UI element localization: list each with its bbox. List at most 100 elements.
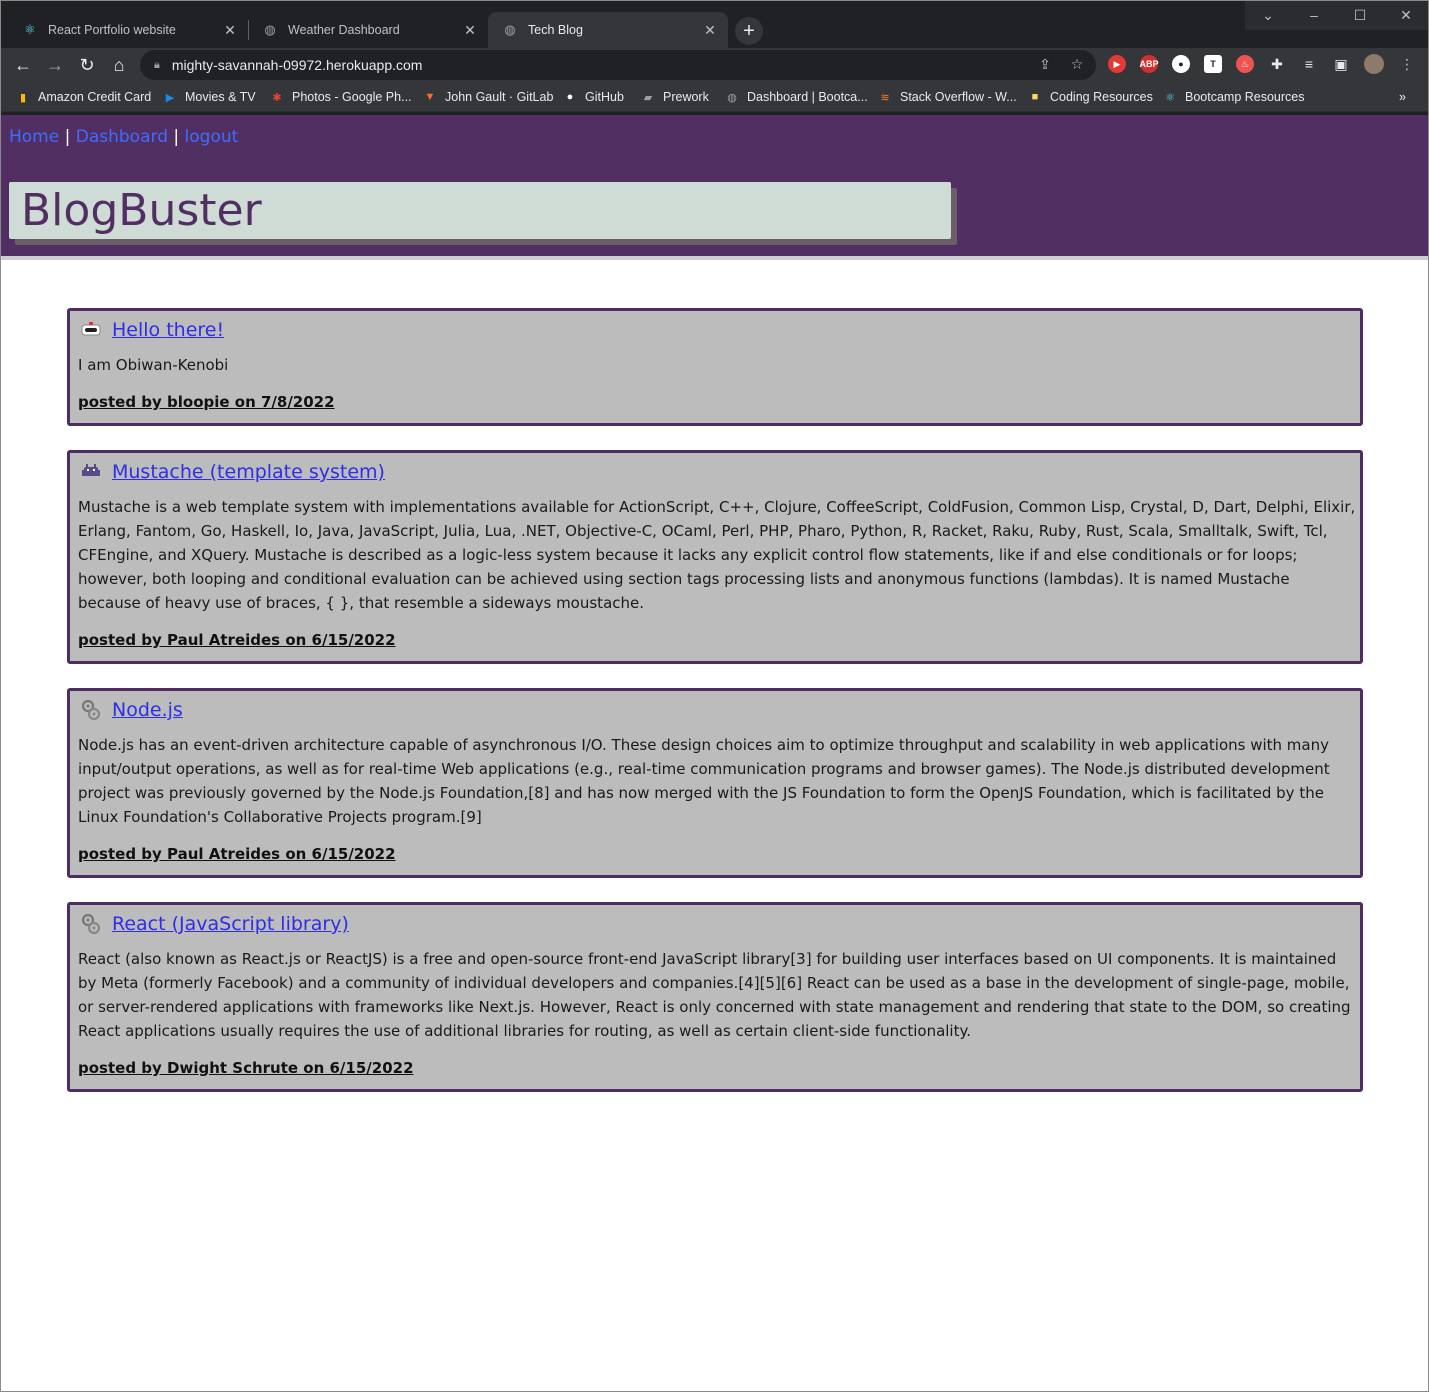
- post-header: Mustache (template system): [80, 461, 385, 483]
- post-body: Mustache is a web template system with i…: [78, 498, 1356, 612]
- bookmark-label: Stack Overflow - W...: [900, 90, 1017, 104]
- tab-search-button[interactable]: ⌄: [1245, 0, 1291, 30]
- bookmark-label: Photos - Google Ph...: [292, 90, 412, 104]
- post-body: Node.js has an event-driven architecture…: [78, 736, 1330, 826]
- extension-fire-icon[interactable]: ♨: [1236, 55, 1254, 73]
- bookmark-label: GitHub: [585, 90, 624, 104]
- maximize-button[interactable]: ☐: [1337, 0, 1383, 30]
- forward-button[interactable]: →: [42, 52, 68, 78]
- post-meta: posted by Paul Atreides on 6/15/2022: [78, 845, 396, 863]
- brand-banner: BlogBuster: [9, 182, 951, 239]
- reload-button[interactable]: ↻: [74, 52, 100, 78]
- browser-toolbar: ← → ↻ ⌂ 🔒︎ mighty-savannah-09972.herokua…: [0, 48, 1429, 82]
- site-title: BlogBuster: [21, 185, 262, 236]
- pinwheel-icon: ✱: [272, 91, 282, 104]
- close-icon[interactable]: ✕: [702, 22, 718, 38]
- extension-t-icon[interactable]: T: [1204, 55, 1222, 73]
- header-divider: [1, 256, 1428, 260]
- lock-icon: 🔒︎: [154, 58, 160, 71]
- bookmark-amazon-credit-card[interactable]: ▮ Amazon Credit Card: [16, 88, 151, 106]
- book-icon: ▰: [643, 91, 653, 104]
- chart-bars-icon: ▮: [19, 91, 27, 104]
- puzzle-icon[interactable]: ✚: [1268, 55, 1286, 73]
- tab-tech-blog[interactable]: ◍ Tech Blog ✕: [488, 12, 728, 48]
- bookmark-label: Prework: [663, 90, 709, 104]
- post-header: Node.js: [80, 699, 183, 721]
- bookmark-label: Amazon Credit Card: [38, 90, 152, 104]
- post-body: React (also known as React.js or ReactJS…: [78, 950, 1351, 1040]
- bookmark-google-photos[interactable]: ✱ Photos - Google Ph...: [270, 88, 412, 106]
- react-icon: ⚛: [24, 22, 36, 37]
- stackoverflow-icon: ≋: [880, 91, 890, 104]
- minimize-button[interactable]: –: [1291, 0, 1337, 30]
- menu-icon[interactable]: ⋮: [1398, 55, 1416, 73]
- post-card: Mustache (template system) Mustache is a…: [67, 450, 1363, 664]
- extension-circle-icon[interactable]: ●: [1172, 55, 1190, 73]
- home-button[interactable]: ⌂: [106, 52, 132, 78]
- bookmark-stack-overflow[interactable]: ≋ Stack Overflow - W...: [878, 88, 1017, 106]
- tab-strip: ⚛ React Portfolio website ✕ ◍ Weather Da…: [0, 0, 1429, 48]
- bookmarks-bar: ▮ Amazon Credit Card ▶ Movies & TV ✱ Pho…: [0, 82, 1429, 112]
- nav-separator: |: [167, 127, 185, 147]
- post-meta: posted by bloopie on 7/8/2022: [78, 393, 335, 411]
- close-window-button[interactable]: ✕: [1383, 0, 1429, 30]
- post-title-link[interactable]: Mustache (template system): [112, 461, 385, 483]
- site-nav: Home | Dashboard | logout: [9, 127, 238, 147]
- nav-dashboard-link[interactable]: Dashboard: [76, 127, 168, 147]
- nav-separator: |: [59, 127, 76, 147]
- tab-label: Weather Dashboard: [288, 23, 400, 37]
- bookmark-prework[interactable]: ▰ Prework: [641, 88, 709, 106]
- post-meta: posted by Paul Atreides on 6/15/2022: [78, 631, 396, 649]
- post-card: Node.js Node.js has an event-driven arch…: [67, 688, 1363, 878]
- gitlab-icon: ▼: [424, 91, 436, 103]
- bookmarks-overflow-button[interactable]: »: [1399, 88, 1406, 106]
- close-icon[interactable]: ✕: [462, 22, 478, 38]
- nav-logout-link[interactable]: logout: [185, 127, 239, 147]
- star-icon[interactable]: ☆: [1068, 55, 1086, 73]
- bookmark-label: Coding Resources: [1050, 90, 1153, 104]
- gears-icon: [80, 913, 102, 935]
- tab-label: React Portfolio website: [48, 23, 176, 37]
- bookmark-label: Bootcamp Resources: [1185, 90, 1305, 104]
- bookmark-label: Movies & TV: [185, 90, 256, 104]
- tab-weather-dashboard[interactable]: ◍ Weather Dashboard ✕: [248, 12, 488, 48]
- post-header: Hello there!: [80, 319, 224, 341]
- share-icon[interactable]: ⇪: [1036, 55, 1054, 73]
- bookmark-bootcamp-resources[interactable]: ⚛ Bootcamp Resources: [1163, 88, 1305, 106]
- reading-list-icon[interactable]: ≡: [1300, 55, 1318, 73]
- back-button[interactable]: ←: [10, 52, 36, 78]
- new-tab-button[interactable]: +: [735, 17, 763, 45]
- robot-icon: [80, 319, 102, 341]
- tab-react-portfolio[interactable]: ⚛ React Portfolio website ✕: [8, 12, 248, 48]
- play-icon: ▶: [165, 91, 175, 104]
- address-bar[interactable]: 🔒︎ mighty-savannah-09972.herokuapp.com: [140, 50, 1096, 80]
- react-icon: ⚛: [1165, 91, 1175, 104]
- post-card: React (JavaScript library) React (also k…: [67, 902, 1363, 1092]
- bookmark-label: John Gault · GitLab: [445, 90, 554, 104]
- close-icon[interactable]: ✕: [222, 22, 238, 38]
- post-header: React (JavaScript library): [80, 913, 349, 935]
- post-meta: posted by Dwight Schrute on 6/15/2022: [78, 1059, 414, 1077]
- side-panel-icon[interactable]: ▣: [1332, 55, 1350, 73]
- github-icon: ●: [566, 91, 574, 103]
- url-text: mighty-savannah-09972.herokuapp.com: [171, 57, 423, 73]
- post-title-link[interactable]: React (JavaScript library): [112, 913, 349, 935]
- post-title-link[interactable]: Node.js: [112, 699, 183, 721]
- nav-home-link[interactable]: Home: [9, 127, 59, 147]
- bookmark-github[interactable]: ● GitHub: [563, 88, 624, 106]
- bookmark-coding-resources[interactable]: ■ Coding Resources: [1028, 88, 1153, 106]
- globe-icon: ◍: [504, 22, 516, 37]
- bookmark-movies-tv[interactable]: ▶ Movies & TV: [163, 88, 256, 106]
- bookmark-label: Dashboard | Bootca...: [747, 90, 868, 104]
- folder-icon: ■: [1031, 91, 1039, 103]
- bookmark-gitlab[interactable]: ▼ John Gault · GitLab: [423, 88, 554, 106]
- browser-chrome: ⚛ React Portfolio website ✕ ◍ Weather Da…: [0, 0, 1429, 115]
- adblock-icon[interactable]: ABP: [1140, 55, 1159, 73]
- globe-icon: ◍: [727, 91, 737, 104]
- bookmark-dashboard-bootcamp[interactable]: ◍ Dashboard | Bootca...: [725, 88, 868, 106]
- space-invader-icon: [80, 461, 102, 483]
- avatar[interactable]: [1364, 54, 1384, 74]
- post-title-link[interactable]: Hello there!: [112, 319, 224, 341]
- video-extension-icon[interactable]: ▶: [1108, 55, 1126, 73]
- globe-icon: ◍: [264, 22, 276, 37]
